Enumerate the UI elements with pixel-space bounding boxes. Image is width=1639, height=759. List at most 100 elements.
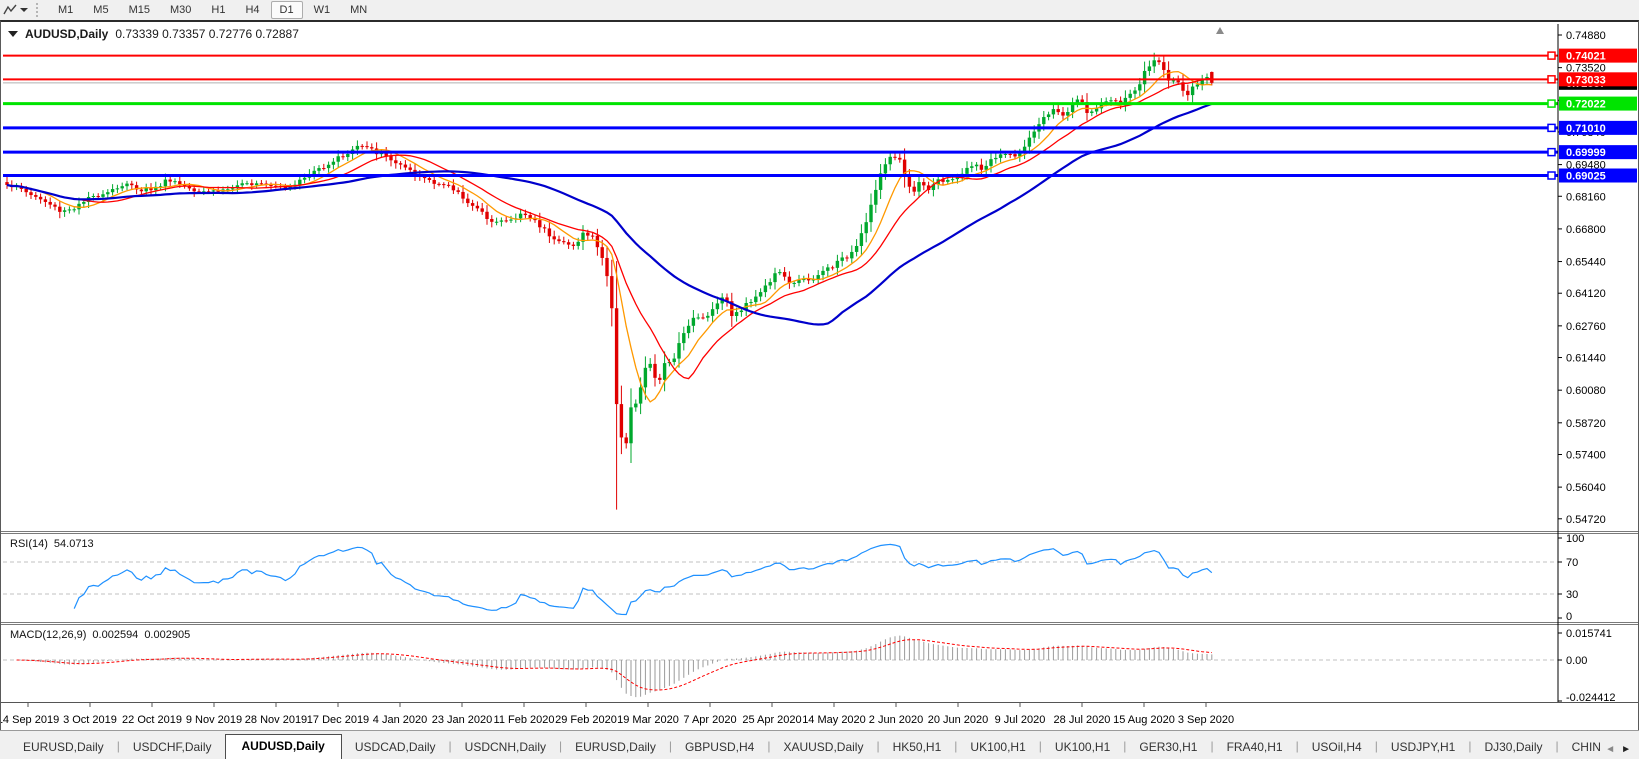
svg-text:3 Oct 2019: 3 Oct 2019 [63, 714, 117, 726]
date-axis: 14 Sep 2019 3 Oct 2019 22 Oct 2019 9 Nov 20… [0, 702, 1234, 726]
chart-tab-usdjpy-h1[interactable]: USDJPY,H1 [1378, 736, 1468, 759]
svg-text:0.56040: 0.56040 [1566, 482, 1606, 494]
svg-text:11 Feb 2020: 11 Feb 2020 [494, 714, 555, 726]
timeframe-button-m1[interactable]: M1 [49, 1, 82, 19]
svg-text:0.68160: 0.68160 [1566, 191, 1606, 203]
ma-slow-line [6, 102, 1213, 326]
rsi-label: RSI(14) 54.0713 [10, 538, 94, 550]
tab-scroll-right-icon[interactable]: ► [1621, 744, 1631, 755]
svg-text:0.71010: 0.71010 [1566, 123, 1606, 135]
level-lines[interactable] [3, 54, 1558, 178]
chart-tab-xauusd-daily[interactable]: XAUUSD,Daily [770, 736, 876, 759]
chart-tab-audusd-daily[interactable]: AUDUSD,Daily [224, 734, 342, 759]
chart-tab-eurusd-daily[interactable]: EURUSD,Daily [562, 736, 669, 759]
toolbar-grip[interactable] [36, 3, 42, 17]
svg-text:0.57400: 0.57400 [1566, 449, 1606, 461]
svg-text:9 Nov 2019: 9 Nov 2019 [186, 714, 242, 726]
svg-text:0.73033: 0.73033 [1566, 74, 1606, 86]
chart-tab-eurusd-daily[interactable]: EURUSD,Daily [10, 736, 117, 759]
tab-scrollers: ◄ ► [1601, 744, 1639, 759]
svg-text:9 Jul 2020: 9 Jul 2020 [995, 714, 1046, 726]
chart-shift-marker [1216, 27, 1224, 34]
svg-text:2 Jun 2020: 2 Jun 2020 [869, 714, 923, 726]
chart-tab-uk100-h1[interactable]: UK100,H1 [1042, 736, 1123, 759]
svg-text:100: 100 [1566, 533, 1584, 545]
svg-text:19 Mar 2020: 19 Mar 2020 [617, 714, 679, 726]
svg-text:0.74021: 0.74021 [1566, 51, 1606, 63]
chart-symbol-label: AUDUSD,Daily [25, 27, 109, 41]
window-menu-icon[interactable] [8, 31, 18, 37]
top-toolbar: M1 M5 M15 M30 H1 H4 D1 W1 MN [0, 0, 1639, 21]
svg-text:7 Apr 2020: 7 Apr 2020 [683, 714, 736, 726]
chart-title: AUDUSD,Daily 0.73339 0.73357 0.72776 0.7… [8, 27, 299, 41]
timeframe-button-h1[interactable]: H1 [202, 1, 234, 19]
chart-tab-dj30-daily[interactable]: DJ30,Daily [1471, 736, 1555, 759]
svg-text:0.65440: 0.65440 [1566, 257, 1606, 269]
macd-pane: 0.0157410.00-0.024412 [3, 628, 1616, 704]
chevron-down-icon[interactable] [20, 8, 28, 12]
chart-tab-uk100-h1[interactable]: UK100,H1 [957, 736, 1038, 759]
chart-tab-ger30-h1[interactable]: GER30,H1 [1126, 736, 1210, 759]
chart-tab-fra40-h1[interactable]: FRA40,H1 [1214, 736, 1296, 759]
svg-text:30: 30 [1566, 589, 1578, 601]
chart-tab-usoil-h4[interactable]: USOil,H4 [1299, 736, 1375, 759]
pane-splitters[interactable] [1, 531, 1638, 625]
svg-text:14 Sep 2019: 14 Sep 2019 [1, 714, 59, 726]
svg-text:0.64120: 0.64120 [1566, 288, 1606, 300]
macd-signal-line [16, 639, 1212, 691]
timeframe-button-d1[interactable]: D1 [270, 1, 303, 19]
tab-scroll-left-icon[interactable]: ◄ [1605, 744, 1615, 755]
timeframe-button-m30[interactable]: M30 [161, 1, 200, 19]
svg-text:17 Dec 2019: 17 Dec 2019 [307, 714, 369, 726]
ma-fast-line [6, 70, 1212, 403]
chart-tab-bar: EURUSD,Daily | USDCHF,Daily AUDUSD,Daily USD… [0, 730, 1639, 759]
ma-medium-line [6, 77, 1212, 380]
timeframe-button-mn[interactable]: MN [341, 1, 376, 19]
svg-text:0: 0 [1566, 611, 1572, 623]
svg-text:0.015741: 0.015741 [1566, 628, 1612, 640]
rsi-line [73, 543, 1213, 616]
svg-text:22 Oct 2019: 22 Oct 2019 [122, 714, 182, 726]
mt4-application: M1M5M15M30H1H4D1W1MN 0.748800.735200.721… [0, 0, 1639, 759]
svg-text:0.69025: 0.69025 [1566, 171, 1606, 183]
svg-text:29 Feb 2020: 29 Feb 2020 [555, 714, 617, 726]
rsi-name: RSI(14) [10, 538, 48, 550]
svg-text:0.62760: 0.62760 [1566, 321, 1606, 333]
chart-tab-usdcnh-daily[interactable]: USDCNH,Daily [452, 736, 559, 759]
svg-text:25 Apr 2020: 25 Apr 2020 [742, 714, 801, 726]
chart-tab-usdchf-daily[interactable]: USDCHF,Daily [120, 736, 225, 759]
svg-text:20 Jun 2020: 20 Jun 2020 [928, 714, 989, 726]
svg-text:0.61440: 0.61440 [1566, 353, 1606, 365]
svg-text:23 Jan 2020: 23 Jan 2020 [432, 714, 493, 726]
timeframe-button-m15[interactable]: M15 [120, 1, 159, 19]
chart-tab-gbpusd-h4[interactable]: GBPUSD,H4 [672, 736, 767, 759]
svg-text:70: 70 [1566, 557, 1578, 569]
svg-text:0.69999: 0.69999 [1566, 147, 1606, 159]
rsi-pane: 100 70 30 0 [3, 533, 1584, 623]
svg-text:0.54720: 0.54720 [1566, 514, 1606, 526]
draw-tool-icon[interactable] [1, 2, 19, 18]
timeframe-button-m5[interactable]: M5 [84, 1, 117, 19]
chart-ohlc-values: 0.73339 0.73357 0.72776 0.72887 [115, 27, 299, 41]
rsi-value: 54.0713 [53, 538, 94, 550]
chart-tab-usdcad-daily[interactable]: USDCAD,Daily [342, 736, 449, 759]
chart-canvas[interactable]: 0.748800.735200.721600.708400.694800.681… [0, 22, 1638, 731]
svg-text:0.74880: 0.74880 [1566, 30, 1606, 42]
chart-tab-china300-h1[interactable]: CHINA300,H1 [1559, 736, 1602, 759]
timeframe-button-w1[interactable]: W1 [305, 1, 340, 19]
chart-tabs: EURUSD,Daily | USDCHF,Daily AUDUSD,Daily USD… [0, 732, 1601, 759]
chart-tab-hk50-h1[interactable]: HK50,H1 [880, 736, 955, 759]
timeframe-buttons: M1 M5 M15 M30 H1 H4 D1 W1 MN [48, 1, 377, 19]
svg-text:0.60080: 0.60080 [1566, 385, 1606, 397]
svg-text:28 Jul 2020: 28 Jul 2020 [1054, 714, 1111, 726]
macd-name: MACD(12,26,9) [10, 629, 87, 641]
macd-label: MACD(12,26,9) 0.002594 0.002905 [10, 629, 190, 641]
svg-text:3 Sep 2020: 3 Sep 2020 [1178, 714, 1234, 726]
timeframe-button-h4[interactable]: H4 [236, 1, 268, 19]
svg-text:4 Jan 2020: 4 Jan 2020 [373, 714, 427, 726]
svg-text:14 May 2020: 14 May 2020 [802, 714, 866, 726]
svg-text:15 Aug 2020: 15 Aug 2020 [1113, 714, 1175, 726]
macd-signal-value: 0.002905 [144, 629, 191, 641]
svg-text:0.72022: 0.72022 [1566, 99, 1606, 111]
macd-value: 0.002594 [92, 629, 139, 641]
